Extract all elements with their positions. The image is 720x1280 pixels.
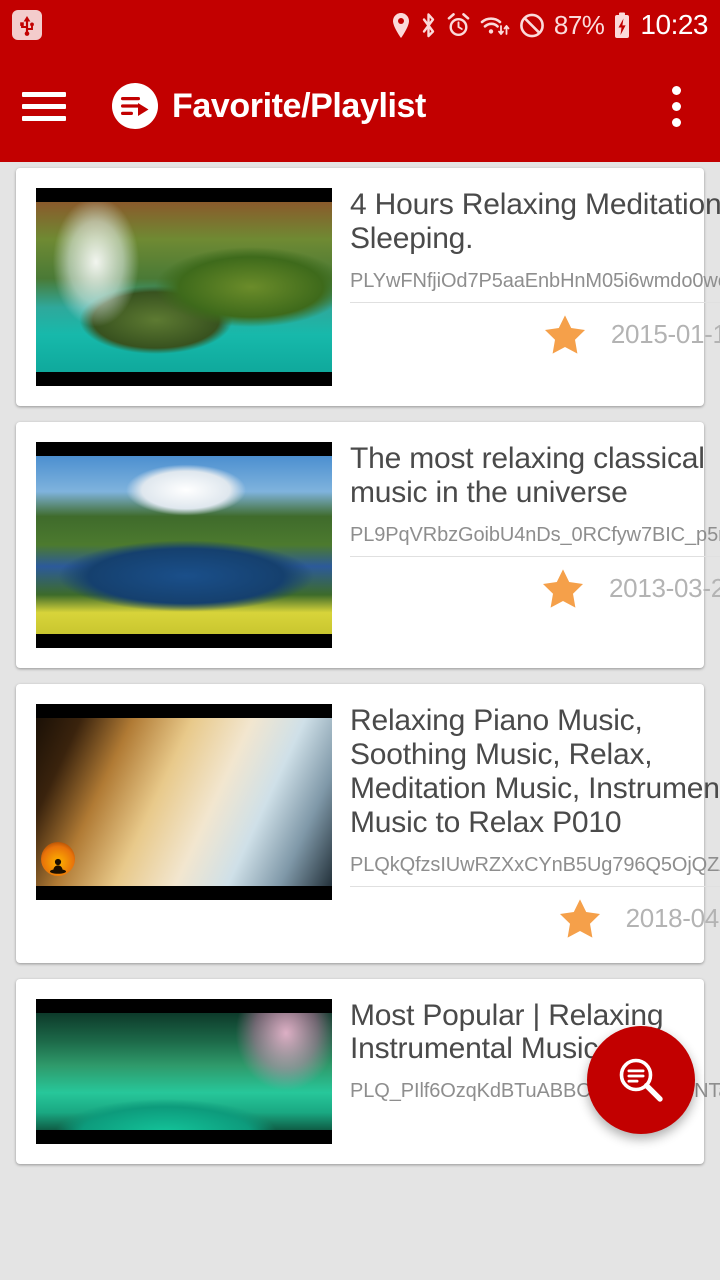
alarm-clock-icon xyxy=(446,12,471,39)
thumbnail-image xyxy=(36,718,332,886)
playlist-date: 2013-03-20 xyxy=(609,573,720,604)
playlist-card[interactable]: 4 Hours Relaxing Meditation Sleeping. PLY… xyxy=(16,168,720,406)
favorite-star-icon[interactable] xyxy=(556,895,604,943)
favorite-star-icon[interactable] xyxy=(541,311,589,359)
clock-label: 10:23 xyxy=(640,9,708,40)
thumbnail-image xyxy=(36,1012,332,1130)
app-bar: Favorite/Playlist xyxy=(0,50,720,162)
playlist-id: PLYwFNfjiOd7P5aaEnbHnM05i6wmdo0wcP xyxy=(350,269,720,292)
playlist-id: PLQkQfzsIUwRZXxCYnB5Ug796Q5OjQZAXz xyxy=(350,853,720,876)
waterfall-thumbnail[interactable] xyxy=(36,188,332,386)
overflow-menu-icon[interactable] xyxy=(654,80,698,132)
playlist-play-logo-icon xyxy=(112,83,158,129)
card-footer-row: 2018-04-02 xyxy=(350,895,720,943)
playlist-card[interactable]: The most relaxing classical music in the… xyxy=(16,422,720,668)
search-playlist-icon xyxy=(619,1058,663,1102)
hamburger-menu-icon[interactable] xyxy=(22,84,66,128)
playlist-date: 2018-04-02 xyxy=(625,903,720,934)
thumbnail-image xyxy=(36,202,332,372)
piano-keys-thumbnail[interactable] xyxy=(36,704,332,900)
playlist-title: 4 Hours Relaxing Meditation Sleeping. xyxy=(350,188,720,255)
card-divider xyxy=(350,301,720,303)
search-fab-button[interactable] xyxy=(587,1026,695,1134)
app-brand: Favorite/Playlist xyxy=(112,83,426,129)
playlist-meta: The most relaxing classical music in the… xyxy=(332,442,720,613)
meditation-badge-icon xyxy=(41,842,75,876)
playlist-meta: 4 Hours Relaxing Meditation Sleeping. PLY… xyxy=(332,188,720,359)
hamburger-bar xyxy=(22,91,66,97)
card-footer-row: 2015-01-17 xyxy=(350,311,720,359)
wifi-icon xyxy=(480,12,510,39)
playlist-card[interactable]: Relaxing Piano Music, Soothing Music, Re… xyxy=(16,684,720,963)
playlist-title: The most relaxing classical music in the… xyxy=(350,442,705,509)
battery-percent-label: 87% xyxy=(553,9,605,40)
overflow-dot xyxy=(671,85,681,95)
location-pin-icon xyxy=(391,12,411,39)
playlist-id: PL9PqVRbzGoibU4nDs_0RCfyw7BIC_p5ml xyxy=(350,523,720,546)
app-screen: 87% 10:23 Favorite/Playlist 4 Hours Rela… xyxy=(0,0,720,1280)
hamburger-bar xyxy=(22,115,66,121)
card-divider xyxy=(350,885,720,887)
usb-icon xyxy=(12,10,42,40)
battery-charging-icon xyxy=(613,11,631,39)
playlist-title: Relaxing Piano Music, Soothing Music, Re… xyxy=(350,704,720,839)
card-divider xyxy=(350,555,720,557)
overflow-dot xyxy=(671,101,681,111)
status-icons-group: 87% 10:23 xyxy=(391,9,708,41)
playlist-meta: Relaxing Piano Music, Soothing Music, Re… xyxy=(332,704,720,943)
favorite-star-icon[interactable] xyxy=(539,565,587,613)
mountain-lake-thumbnail[interactable] xyxy=(36,442,332,648)
forest-lake-thumbnail[interactable] xyxy=(36,998,332,1144)
hamburger-bar xyxy=(22,103,66,109)
card-footer-row: 2013-03-20 xyxy=(350,565,720,613)
status-bar: 87% 10:23 xyxy=(0,0,720,50)
overflow-dot xyxy=(671,117,681,127)
thumbnail-image xyxy=(36,456,332,634)
bluetooth-icon xyxy=(420,12,437,39)
playlist-date: 2015-01-17 xyxy=(610,319,720,350)
page-title: Favorite/Playlist xyxy=(172,86,426,125)
do-not-disturb-icon xyxy=(519,12,545,39)
